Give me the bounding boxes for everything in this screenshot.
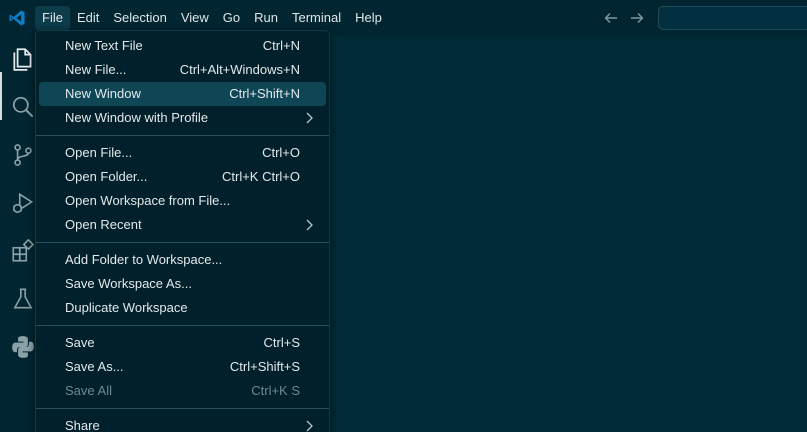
menu-run[interactable]: Run	[247, 6, 285, 30]
menu-item-label: Add Folder to Workspace...	[65, 252, 223, 267]
menu-item-new-file[interactable]: New File... Ctrl+Alt+Windows+N	[39, 58, 326, 82]
menu-bar: File Edit Selection View Go Run Terminal…	[35, 6, 389, 30]
menu-item-save-workspace-as[interactable]: Save Workspace As...	[39, 272, 326, 296]
menu-item-add-folder-to-workspace[interactable]: Add Folder to Workspace...	[39, 248, 326, 272]
menu-item-save[interactable]: Save Ctrl+S	[39, 331, 326, 355]
menu-item-shortcut: Ctrl+N	[262, 38, 300, 53]
menu-item-label: New Window with Profile	[65, 110, 209, 125]
chevron-right-icon	[306, 219, 313, 231]
menu-item-shortcut: Ctrl+Alt+Windows+N	[179, 62, 300, 77]
menu-item-new-window[interactable]: New Window Ctrl+Shift+N	[39, 82, 326, 106]
command-center-search[interactable]	[658, 6, 807, 30]
menu-go[interactable]: Go	[216, 6, 247, 30]
menu-view[interactable]: View	[174, 6, 216, 30]
menu-separator	[36, 325, 329, 326]
menu-item-label: New File...	[65, 62, 127, 77]
python-icon[interactable]	[10, 334, 36, 360]
menu-item-shortcut: Ctrl+Shift+N	[229, 86, 300, 101]
menu-item-label: New Window	[65, 86, 141, 101]
menu-item-shortcut: Ctrl+Shift+S	[229, 359, 300, 374]
menu-item-duplicate-workspace[interactable]: Duplicate Workspace	[39, 296, 326, 320]
menu-file[interactable]: File	[35, 6, 70, 30]
menu-item-open-workspace-from-file[interactable]: Open Workspace from File...	[39, 189, 326, 213]
menu-item-save-all: Save All Ctrl+K S	[39, 379, 326, 403]
menu-item-shortcut: Ctrl+S	[263, 335, 300, 350]
menu-separator	[36, 242, 329, 243]
run-debug-icon[interactable]	[10, 190, 36, 216]
active-indicator	[0, 72, 2, 120]
menu-item-new-text-file[interactable]: New Text File Ctrl+N	[39, 34, 326, 58]
menu-item-label: Save All	[65, 383, 112, 398]
menu-item-label: Share	[65, 418, 100, 432]
menu-terminal[interactable]: Terminal	[285, 6, 348, 30]
file-menu-dropdown: New Text File Ctrl+N New File... Ctrl+Al…	[35, 30, 330, 432]
testing-icon[interactable]	[10, 286, 36, 312]
menu-item-label: Open Recent	[65, 217, 142, 232]
source-control-icon[interactable]	[10, 142, 36, 168]
extensions-icon[interactable]	[10, 238, 36, 264]
chevron-right-icon	[306, 420, 313, 432]
search-icon[interactable]	[10, 94, 36, 120]
menu-item-open-folder[interactable]: Open Folder... Ctrl+K Ctrl+O	[39, 165, 326, 189]
menu-separator	[36, 408, 329, 409]
menu-item-new-window-with-profile[interactable]: New Window with Profile	[39, 106, 326, 130]
menu-item-shortcut: Ctrl+O	[262, 145, 300, 160]
menu-item-label: Open Folder...	[65, 169, 148, 184]
menu-selection[interactable]: Selection	[106, 6, 173, 30]
vscode-logo-icon[interactable]	[8, 9, 26, 27]
menu-item-label: Save	[65, 335, 95, 350]
menu-item-share[interactable]: Share	[39, 414, 326, 432]
menu-item-open-recent[interactable]: Open Recent	[39, 213, 326, 237]
menu-item-label: Open File...	[65, 145, 133, 160]
menu-item-save-as[interactable]: Save As... Ctrl+Shift+S	[39, 355, 326, 379]
menu-item-open-file[interactable]: Open File... Ctrl+O	[39, 141, 326, 165]
explorer-icon[interactable]	[10, 46, 36, 72]
menu-item-label: New Text File	[65, 38, 143, 53]
menu-item-label: Save Workspace As...	[65, 276, 192, 291]
menu-edit[interactable]: Edit	[70, 6, 106, 30]
menu-item-label: Save As...	[65, 359, 124, 374]
menu-item-label: Duplicate Workspace	[65, 300, 188, 315]
arrow-left-icon[interactable]	[603, 10, 619, 26]
menu-separator	[36, 135, 329, 136]
menu-item-shortcut: Ctrl+K Ctrl+O	[221, 169, 300, 184]
arrow-right-icon[interactable]	[629, 10, 645, 26]
menu-item-label: Open Workspace from File...	[65, 193, 231, 208]
menu-item-shortcut: Ctrl+K S	[251, 383, 300, 398]
chevron-right-icon	[306, 112, 313, 124]
menu-help[interactable]: Help	[348, 6, 389, 30]
